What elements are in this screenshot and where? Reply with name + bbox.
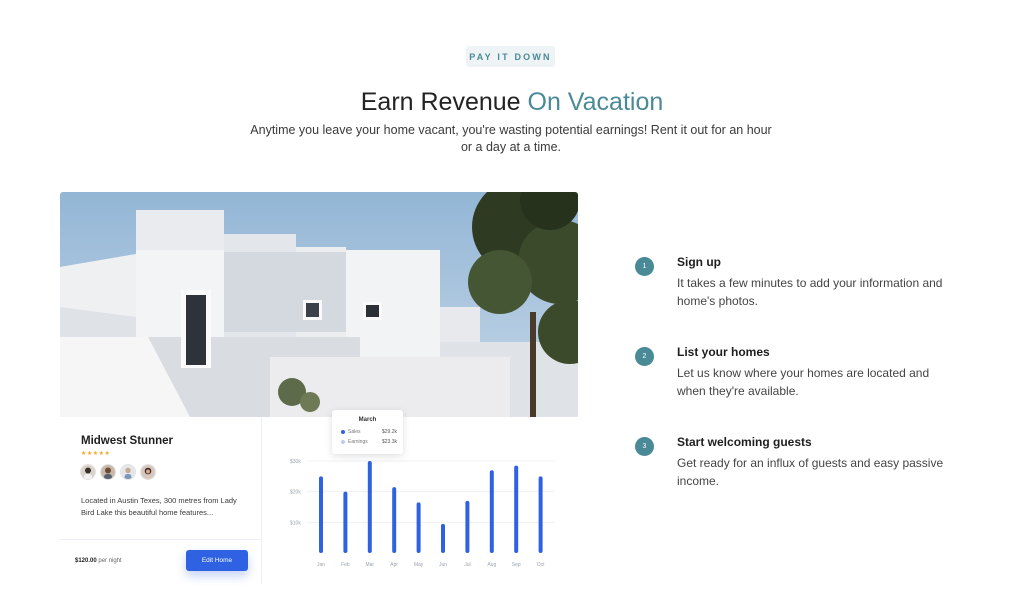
rating-stars-icon: ★★★★★ <box>81 451 111 457</box>
avatar <box>120 464 136 480</box>
guest-avatars <box>80 464 156 480</box>
price-value: $120.00 <box>75 558 97 564</box>
tooltip-value: $23.3k <box>381 439 397 445</box>
y-tick-label: $20k <box>290 490 301 496</box>
price-unit: per night <box>98 558 122 564</box>
chart-bar-apr[interactable] <box>392 487 397 553</box>
y-tick-label: $10k <box>290 520 301 526</box>
section-subtitle: Anytime you leave your home vacant, you'… <box>250 123 772 154</box>
tooltip-title: March <box>358 417 377 423</box>
tooltip-row-sales: Sales $29.2k <box>341 429 397 435</box>
chart-bar-aug[interactable] <box>489 470 494 553</box>
chart-bar-oct[interactable] <box>538 476 543 553</box>
sales-chart-svg: $30k $20k $10k Jan Feb Mar Apr May Jun Jul Aug Sep O… <box>290 459 555 568</box>
listing-description: Located in Austin Texes, 300 metres from… <box>81 496 237 517</box>
tooltip-label: Earnings <box>348 439 368 445</box>
chart-bar-feb[interactable] <box>343 491 348 553</box>
step-number-badge: 2 <box>635 347 654 366</box>
step-description: Let us know where your homes are located… <box>677 366 930 398</box>
chart-bar-sep[interactable] <box>514 465 519 553</box>
avatar <box>140 464 156 480</box>
x-tick-label: Jun <box>439 562 447 568</box>
step-number-badge: 1 <box>635 257 654 276</box>
tooltip-row-earnings: Earnings $23.3k <box>341 439 397 445</box>
x-tick-label: Feb <box>341 562 350 568</box>
step-description: It takes a few minutes to add your infor… <box>677 276 943 308</box>
x-tick-label: May <box>414 562 424 568</box>
earnings-dot-icon <box>341 440 345 444</box>
x-tick-label: Jul <box>464 562 470 568</box>
dashboard-showcase: Midwest Stunner ★★★★★ Located in Austin … <box>60 192 578 584</box>
step-title: List your homes <box>677 345 770 359</box>
chart-bar-may[interactable] <box>416 502 421 553</box>
price-label: $120.00 per night <box>75 558 122 564</box>
x-tick-label: Aug <box>487 562 496 568</box>
x-tick-label: Apr <box>390 562 398 568</box>
sales-dot-icon <box>341 430 345 434</box>
chart-bar-mar[interactable] <box>367 461 372 553</box>
headline-accent: On Vacation <box>527 88 664 116</box>
listing-title: Midwest Stunner <box>81 435 174 447</box>
chart-bar-jul[interactable] <box>465 500 470 553</box>
x-tick-label: Mar <box>365 562 374 568</box>
house-photo <box>60 192 578 417</box>
avatar <box>100 464 116 480</box>
chart-bar-jan[interactable] <box>319 476 323 553</box>
chart-tooltip: March Sales $29.2k Earnings $23.3k <box>332 410 403 454</box>
headline-plain: Earn Revenue <box>360 88 528 116</box>
chart-bar-jun[interactable] <box>441 523 445 553</box>
x-tick-label: Sep <box>512 562 521 568</box>
edit-home-button[interactable]: Edit Home <box>186 550 248 571</box>
card-divider <box>60 539 262 540</box>
x-tick-label: Jan <box>317 562 325 568</box>
tooltip-value: $29.2k <box>381 429 397 435</box>
avatar <box>80 464 96 480</box>
tooltip-label: Sales <box>348 429 361 435</box>
eyebrow-badge: PAY IT DOWN <box>466 46 555 67</box>
y-tick-label: $30k <box>290 459 301 465</box>
step-title: Sign up <box>677 255 721 269</box>
section-headline: Earn Revenue On Vacation <box>0 88 1024 117</box>
x-tick-label: Oct <box>537 562 545 568</box>
listing-card: Midwest Stunner ★★★★★ Located in Austin … <box>60 417 262 584</box>
step-description: Get ready for an influx of guests and ea… <box>677 456 944 488</box>
step-number-badge: 3 <box>635 437 654 456</box>
sales-chart: $30k $20k $10k Jan Feb Mar Apr May Jun Jul Aug Sep O… <box>263 417 578 584</box>
step-title: Start welcoming guests <box>677 435 812 449</box>
